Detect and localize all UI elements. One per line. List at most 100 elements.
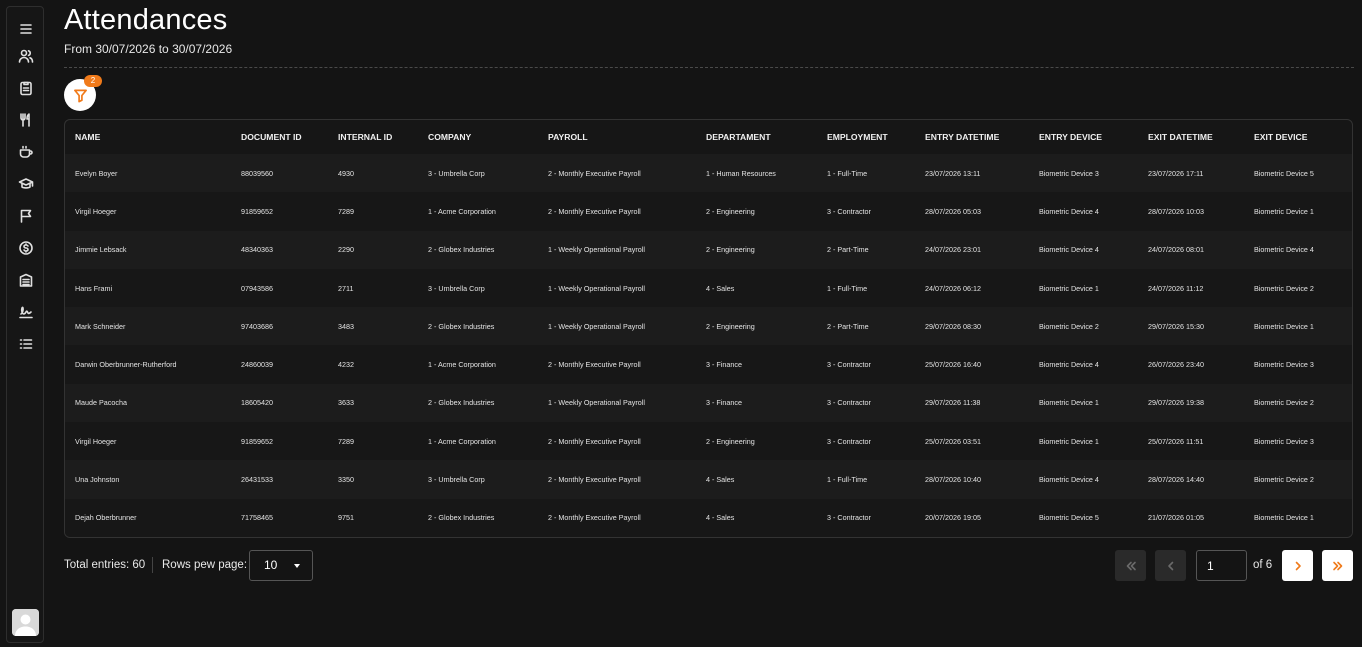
table-cell: Biometric Device 4 <box>1254 245 1314 255</box>
table-cell: 28/07/2026 14:40 <box>1148 475 1204 485</box>
column-header[interactable]: EXIT DEVICE <box>1244 120 1352 154</box>
table-row[interactable]: Maude Pacocha 18605420 3633 2 - Globex Indu… <box>65 383 1352 423</box>
attendances-table: NAME DOCUMENT ID INTERNAL ID COMPANY PAYROLL… <box>64 119 1353 538</box>
table-cell: 3 - Contractor <box>827 513 871 523</box>
table-cell: 07943586 <box>241 283 273 293</box>
column-header[interactable]: DEPARTAMENT <box>696 120 817 154</box>
table-row[interactable]: Virgil Hoeger 91859652 7289 1 - Acme Corpor… <box>65 422 1352 461</box>
table-row[interactable]: Virgil Hoeger 91859652 7289 1 - Acme Corpor… <box>65 192 1352 231</box>
current-page-input[interactable] <box>1196 550 1247 581</box>
table-cell: 24/07/2026 08:01 <box>1148 245 1204 255</box>
dollar-coin-icon[interactable] <box>13 235 39 261</box>
table-cell: Biometric Device 2 <box>1254 475 1314 485</box>
clipboard-icon[interactable] <box>13 75 39 101</box>
column-header[interactable]: ENTRY DEVICE <box>1029 120 1138 154</box>
table-cell: 2 - Monthly Executive Payroll <box>548 436 641 446</box>
table-cell: 3 - Contractor <box>827 206 871 216</box>
table-cell: Biometric Device 2 <box>1254 398 1314 408</box>
table-row[interactable]: Una Johnston 26431533 3350 3 - Umbrella Cor… <box>65 460 1352 499</box>
column-header[interactable]: INTERNAL ID <box>328 120 418 154</box>
column-header[interactable]: NAME <box>65 120 231 154</box>
table-cell: Biometric Device 5 <box>1254 168 1314 178</box>
next-page-button[interactable] <box>1282 550 1313 581</box>
previous-page-button[interactable] <box>1155 550 1186 581</box>
table-cell: 7289 <box>338 206 354 216</box>
table-cell: 48340363 <box>241 245 273 255</box>
table-cell: Biometric Device 4 <box>1039 245 1099 255</box>
utensils-icon[interactable] <box>13 107 39 133</box>
avatar[interactable] <box>12 609 39 636</box>
building-icon[interactable] <box>13 267 39 293</box>
table-cell: 1 - Acme Corporation <box>428 206 496 216</box>
table-cell: Una Johnston <box>75 475 120 485</box>
table-cell: Evelyn Boyer <box>75 168 118 178</box>
table-cell: 25/07/2026 16:40 <box>925 360 981 370</box>
table-row[interactable]: Hans Frami 07943586 2711 3 - Umbrella Corp 1… <box>65 268 1352 308</box>
table-cell: 4 - Sales <box>706 283 735 293</box>
table-cell: 25/07/2026 03:51 <box>925 436 981 446</box>
chevron-left-icon <box>1167 561 1173 570</box>
page-title: Attendances <box>64 4 228 36</box>
table-cell: 3633 <box>338 398 354 408</box>
table-cell: Biometric Device 5 <box>1039 513 1099 523</box>
table-row[interactable]: Dejah Oberbrunner 71758465 9751 2 - Globex … <box>65 498 1352 537</box>
table-cell: 28/07/2026 05:03 <box>925 206 981 216</box>
rows-per-page-label: Rows pew page: <box>162 559 248 571</box>
list-icon[interactable] <box>13 331 39 357</box>
table-row[interactable]: Mark Schneider 97403686 3483 2 - Globex Ind… <box>65 307 1352 346</box>
table-cell: 2 - Monthly Executive Payroll <box>548 206 641 216</box>
table-cell: 3 - Finance <box>706 360 742 370</box>
table-cell: Biometric Device 4 <box>1039 475 1099 485</box>
signature-icon[interactable] <box>13 299 39 325</box>
first-page-button[interactable] <box>1115 550 1146 581</box>
graduation-cap-icon[interactable] <box>13 171 39 197</box>
header-divider <box>64 67 1354 68</box>
table-cell: 24/07/2026 23:01 <box>925 245 981 255</box>
menu-icon[interactable] <box>13 16 39 42</box>
table-cell: 3 - Finance <box>706 398 742 408</box>
table-cell: Biometric Device 1 <box>1039 283 1099 293</box>
caret-down-icon <box>294 564 300 568</box>
table-cell: 9751 <box>338 513 354 523</box>
table-cell: Maude Pacocha <box>75 398 127 408</box>
column-header[interactable]: ENTRY DATETIME <box>915 120 1029 154</box>
page-count: of 6 <box>1253 559 1273 571</box>
table-cell: Hans Frami <box>75 283 113 293</box>
users-icon[interactable] <box>13 43 39 69</box>
table-header-row: NAME DOCUMENT ID INTERNAL ID COMPANY PAYROLL… <box>65 120 1352 154</box>
column-header[interactable]: COMPANY <box>418 120 538 154</box>
coffee-icon[interactable] <box>13 139 39 165</box>
table-cell: 29/07/2026 15:30 <box>1148 321 1204 331</box>
table-row[interactable]: Darwin Oberbrunner-Rutherford 24860039 423… <box>65 345 1352 384</box>
column-header[interactable]: PAYROLL <box>538 120 696 154</box>
table-body: Evelyn Boyer 88039560 4930 3 - Umbrella Cor… <box>65 154 1352 537</box>
table-cell: Biometric Device 1 <box>1254 206 1314 216</box>
table-row[interactable]: Evelyn Boyer 88039560 4930 3 - Umbrella Cor… <box>65 154 1352 193</box>
rows-per-page-select[interactable]: 10 <box>249 550 313 581</box>
column-header[interactable]: DOCUMENT ID <box>231 120 328 154</box>
table-cell: 2 - Globex Industries <box>428 245 495 255</box>
table-cell: Biometric Device 2 <box>1039 321 1099 331</box>
column-header[interactable]: EMPLOYMENT <box>817 120 915 154</box>
table-cell: 26/07/2026 23:40 <box>1148 360 1204 370</box>
table-cell: 2290 <box>338 245 354 255</box>
table-cell: 1 - Acme Corporation <box>428 360 496 370</box>
date-range-subtitle: From 30/07/2026 to 30/07/2026 <box>64 42 233 56</box>
table-cell: 1 - Full-Time <box>827 475 868 485</box>
table-cell: 2 - Engineering <box>706 206 755 216</box>
table-cell: 2 - Monthly Executive Payroll <box>548 513 641 523</box>
table-cell: 24/07/2026 06:12 <box>925 283 981 293</box>
table-cell: 2 - Engineering <box>706 321 755 331</box>
column-header[interactable]: EXIT DATETIME <box>1138 120 1244 154</box>
table-cell: Biometric Device 3 <box>1039 168 1099 178</box>
table-cell: 1 - Full-Time <box>827 283 868 293</box>
table-cell: Mark Schneider <box>75 321 126 331</box>
flag-icon[interactable] <box>13 203 39 229</box>
table-cell: Biometric Device 4 <box>1039 206 1099 216</box>
table-row[interactable]: Jimmie Lebsack 48340363 2290 2 - Globex Ind… <box>65 230 1352 269</box>
table-cell: Biometric Device 1 <box>1039 398 1099 408</box>
table-cell: Jimmie Lebsack <box>75 245 127 255</box>
last-page-button[interactable] <box>1322 550 1353 581</box>
table-cell: Biometric Device 3 <box>1254 436 1314 446</box>
table-cell: Biometric Device 1 <box>1039 436 1099 446</box>
